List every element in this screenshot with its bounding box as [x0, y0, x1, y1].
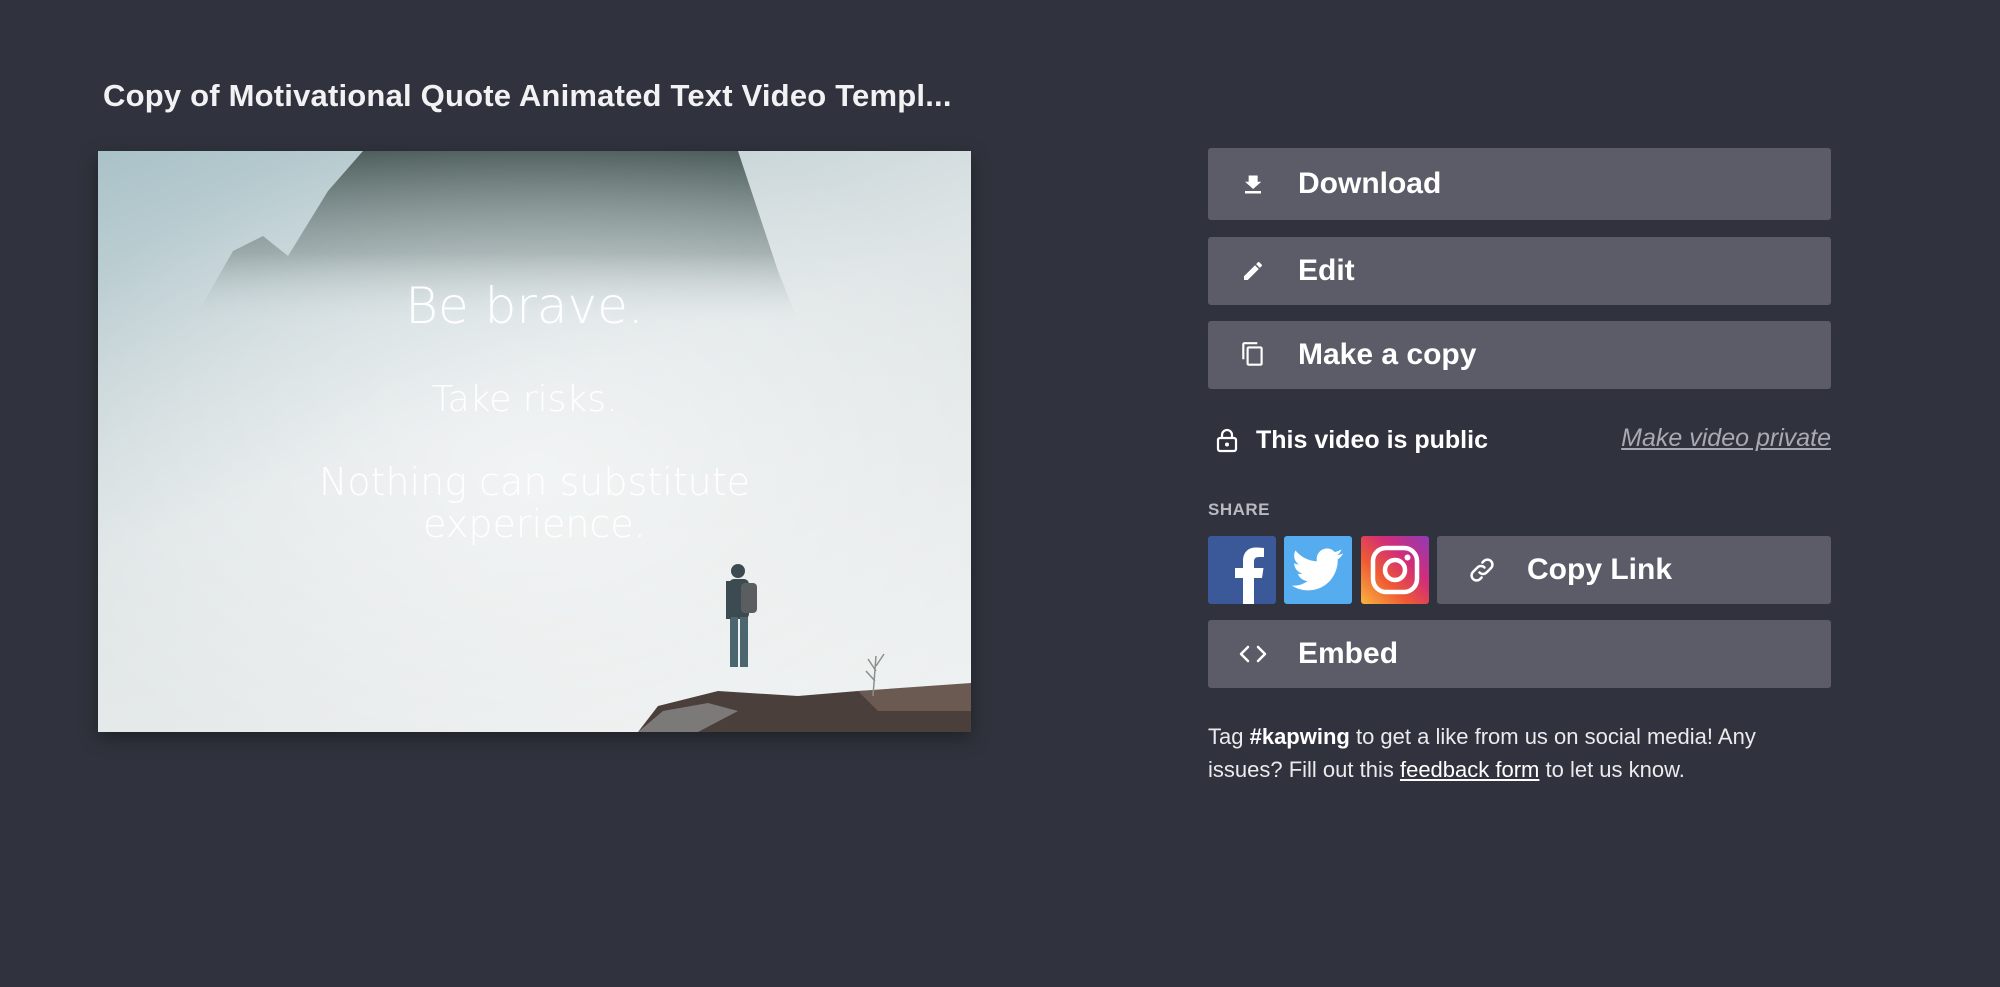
make-copy-button[interactable]: Make a copy — [1208, 321, 1831, 389]
edit-button[interactable]: Edit — [1208, 237, 1831, 305]
copy-link-label: Copy Link — [1527, 553, 1673, 586]
make-copy-label: Make a copy — [1298, 338, 1477, 371]
facebook-icon — [1235, 547, 1264, 604]
download-label: Download — [1298, 167, 1442, 200]
embed-button[interactable]: Embed — [1208, 620, 1831, 688]
make-private-link[interactable]: Make video private — [1621, 424, 1831, 453]
link-icon — [1437, 555, 1527, 585]
lock-icon — [1216, 427, 1256, 453]
instagram-share-button[interactable] — [1361, 536, 1429, 604]
twitter-share-button[interactable] — [1284, 536, 1352, 604]
download-icon — [1208, 172, 1298, 196]
video-text-line-1: Be brave. — [405, 277, 644, 335]
privacy-row: This video is public Make video private — [1208, 420, 1831, 460]
video-text-line-3b: experience. — [423, 502, 646, 546]
privacy-status: This video is public — [1256, 425, 1488, 454]
embed-label: Embed — [1298, 637, 1399, 670]
download-button[interactable]: Download — [1208, 148, 1831, 220]
social-tag-note: Tag #kapwing to get a like from us on so… — [1208, 720, 1808, 786]
video-text-line-3a: Nothing can substitute — [318, 460, 751, 504]
pencil-icon — [1208, 259, 1298, 283]
edit-label: Edit — [1298, 254, 1355, 287]
hashtag: #kapwing — [1249, 724, 1350, 749]
feedback-form-link[interactable]: feedback form — [1400, 757, 1539, 782]
share-label: SHARE — [1208, 500, 1271, 519]
copy-icon — [1208, 341, 1298, 369]
twitter-icon — [1292, 548, 1343, 591]
instagram-icon — [1370, 545, 1420, 595]
video-text-line-2: Take risks. — [431, 379, 618, 420]
video-background-image — [98, 151, 971, 732]
video-text-line-3: Nothing can substitute experience. — [98, 461, 971, 545]
copy-link-button[interactable]: Copy Link — [1437, 536, 1831, 604]
facebook-share-button[interactable] — [1208, 536, 1276, 604]
code-icon — [1208, 642, 1298, 666]
note-prefix: Tag — [1208, 724, 1250, 749]
note-suffix: to let us know. — [1539, 757, 1685, 782]
page-title: Copy of Motivational Quote Animated Text… — [103, 78, 952, 113]
video-preview[interactable]: Be brave. Take risks. Nothing can substi… — [98, 151, 971, 732]
